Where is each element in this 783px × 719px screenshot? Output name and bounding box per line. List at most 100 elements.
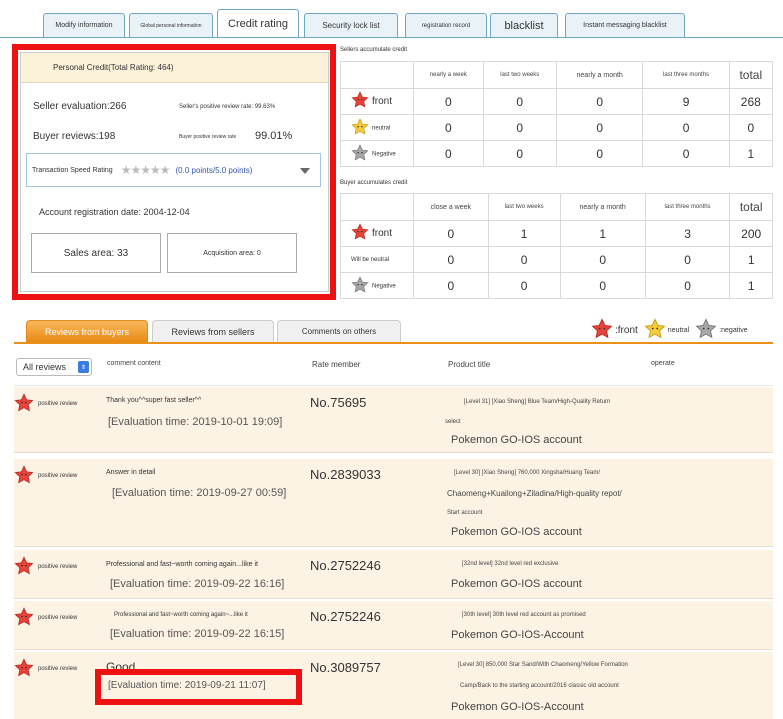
product-title[interactable]: Pokemon GO-IOS-Account	[451, 701, 584, 713]
review-legend: :front neutral :negative	[591, 318, 748, 342]
product-line[interactable]: [32nd level] 32nd level red exclusive	[462, 561, 558, 567]
positive-review-badge: positive review	[14, 393, 77, 415]
rate-member[interactable]: No.2752246	[310, 558, 381, 573]
cell: 0	[413, 114, 484, 141]
review-row: positive review Thank you^^super fast se…	[14, 387, 773, 453]
col-header: close a week	[413, 193, 489, 221]
red-star-icon	[351, 223, 369, 244]
col-comment-content: comment content	[107, 360, 161, 367]
cell: 0	[482, 140, 557, 167]
tab-credit-rating[interactable]: Credit rating	[217, 9, 299, 37]
rate-member[interactable]: No.2752246	[310, 609, 381, 624]
tab-blacklist[interactable]: blacklist	[490, 13, 558, 37]
product-line[interactable]: Start account	[447, 510, 482, 516]
cell: 1	[729, 246, 773, 273]
tab-reviews-from-sellers[interactable]: Reviews from sellers	[152, 320, 274, 342]
rate-member[interactable]: No.75695	[310, 395, 366, 410]
cell: 0	[559, 272, 646, 299]
col-header: nearly a week	[413, 61, 484, 89]
red-star-icon	[351, 91, 369, 112]
col-header: last three months	[644, 193, 731, 221]
product-title[interactable]: Pokemon GO-IOS account	[451, 578, 582, 590]
product-line[interactable]: [30th level] 30th level red account as p…	[462, 612, 586, 618]
col-product-title: Product title	[448, 360, 491, 369]
review-comment: Thank you^^super fast seller^^	[106, 397, 202, 404]
header-blank	[340, 193, 414, 221]
cell: 0	[482, 88, 557, 115]
row-label-negative: Negative	[340, 272, 414, 299]
col-header: nearly a month	[555, 61, 644, 89]
cell: 200	[729, 220, 773, 247]
legend-neutral: neutral	[667, 326, 690, 334]
cell: 1	[487, 220, 561, 247]
cell: 0	[555, 140, 644, 167]
legend-positive: :front	[615, 324, 638, 336]
review-comment: Professional and fast~worth coming again…	[114, 612, 248, 618]
evaluation-time: [Evaluation time: 2019-09-27 00:59]	[112, 487, 287, 499]
seller-credit-title: Sellers accumulate credit	[340, 47, 408, 53]
cell: 0	[413, 140, 484, 167]
annotation-box	[95, 669, 302, 705]
col-rate-member: Rate member	[312, 360, 361, 369]
tab-comments-on-others[interactable]: Comments on others	[277, 320, 401, 342]
tab-modify-information[interactable]: Modify information	[43, 13, 125, 37]
cell: 9	[642, 88, 730, 115]
cell: 268	[728, 88, 774, 115]
cell: 0	[728, 114, 774, 141]
product-title[interactable]: Pokemon GO-IOS account	[451, 434, 582, 446]
tab-global-personal-information[interactable]: Global personal information	[129, 13, 213, 37]
cell: 1	[728, 140, 774, 167]
rate-member[interactable]: No.2839033	[310, 467, 381, 482]
row-label-front: front	[340, 88, 414, 115]
red-star-icon	[591, 318, 613, 342]
gray-star-icon	[351, 143, 369, 164]
cell: 3	[644, 220, 731, 247]
cell: 0	[642, 140, 730, 167]
product-title[interactable]: Pokemon GO-IOS-Account	[451, 629, 584, 641]
red-star-icon	[14, 393, 38, 415]
tab-reviews-from-buyers[interactable]: Reviews from buyers	[26, 320, 148, 342]
col-header: last two weeks	[482, 61, 557, 89]
product-line[interactable]: [Level 30] [Xiao Sheng] 760,000 Xingsha/…	[454, 470, 600, 476]
red-star-icon	[14, 607, 38, 629]
product-line[interactable]: [Level 31] [Xiao Sheng] Blue Team/High-Q…	[464, 399, 610, 405]
row-label-neutral: Will be neutral	[340, 246, 414, 273]
cell: 1	[729, 272, 773, 299]
tab-security-lock-list[interactable]: Security lock list	[304, 13, 398, 37]
review-filter-select[interactable]: All reviews ⇕	[16, 358, 92, 376]
product-title[interactable]: Pokemon GO-IOS account	[451, 526, 582, 538]
cell: 0	[487, 246, 561, 273]
product-line[interactable]: select	[445, 419, 461, 425]
positive-review-badge: positive review	[14, 607, 77, 629]
cell: 0	[487, 272, 561, 299]
annotation-box	[12, 44, 336, 300]
rate-member[interactable]: No.3089757	[310, 660, 381, 675]
yellow-star-icon	[351, 117, 369, 138]
col-operate: operate	[651, 360, 675, 367]
col-header: last three months	[642, 61, 730, 89]
col-header: last two weeks	[487, 193, 561, 221]
evaluation-time: [Evaluation time: 2019-09-22 16:16]	[110, 578, 285, 590]
positive-review-badge: positive review	[14, 465, 77, 487]
review-row: positive review Professional and fast~wo…	[14, 601, 773, 650]
product-line[interactable]: Chaomeng+Kuailong+Ziladina/High-quality …	[447, 489, 622, 498]
product-line[interactable]: [Level 30] 850,000 Star Sand/With Chaome…	[458, 662, 628, 668]
cell: 0	[482, 114, 557, 141]
cell: 0	[555, 88, 644, 115]
review-list-header: All reviews ⇕ comment content Rate membe…	[14, 348, 773, 386]
cell: 0	[413, 220, 489, 247]
cell: 0	[413, 272, 489, 299]
product-line[interactable]: Camp/Back to the starting account/2016 c…	[460, 683, 619, 689]
red-star-icon	[14, 658, 38, 680]
top-tab-bar: Modify information Global personal infor…	[0, 0, 783, 38]
review-row: positive review Professional and fast~wo…	[14, 550, 773, 599]
review-comment: Professional and fast~worth coming again…	[106, 561, 258, 568]
cell: 0	[642, 114, 730, 141]
tab-instant-messaging-blacklist[interactable]: Instant messaging blacklist	[565, 13, 685, 37]
legend-negative: :negative	[719, 326, 748, 334]
red-star-icon	[14, 465, 38, 487]
red-star-icon	[14, 556, 38, 578]
evaluation-time: [Evaluation time: 2019-09-22 16:15]	[110, 628, 285, 640]
cell: 0	[413, 246, 489, 273]
tab-registration-record[interactable]: registration record	[405, 13, 487, 37]
